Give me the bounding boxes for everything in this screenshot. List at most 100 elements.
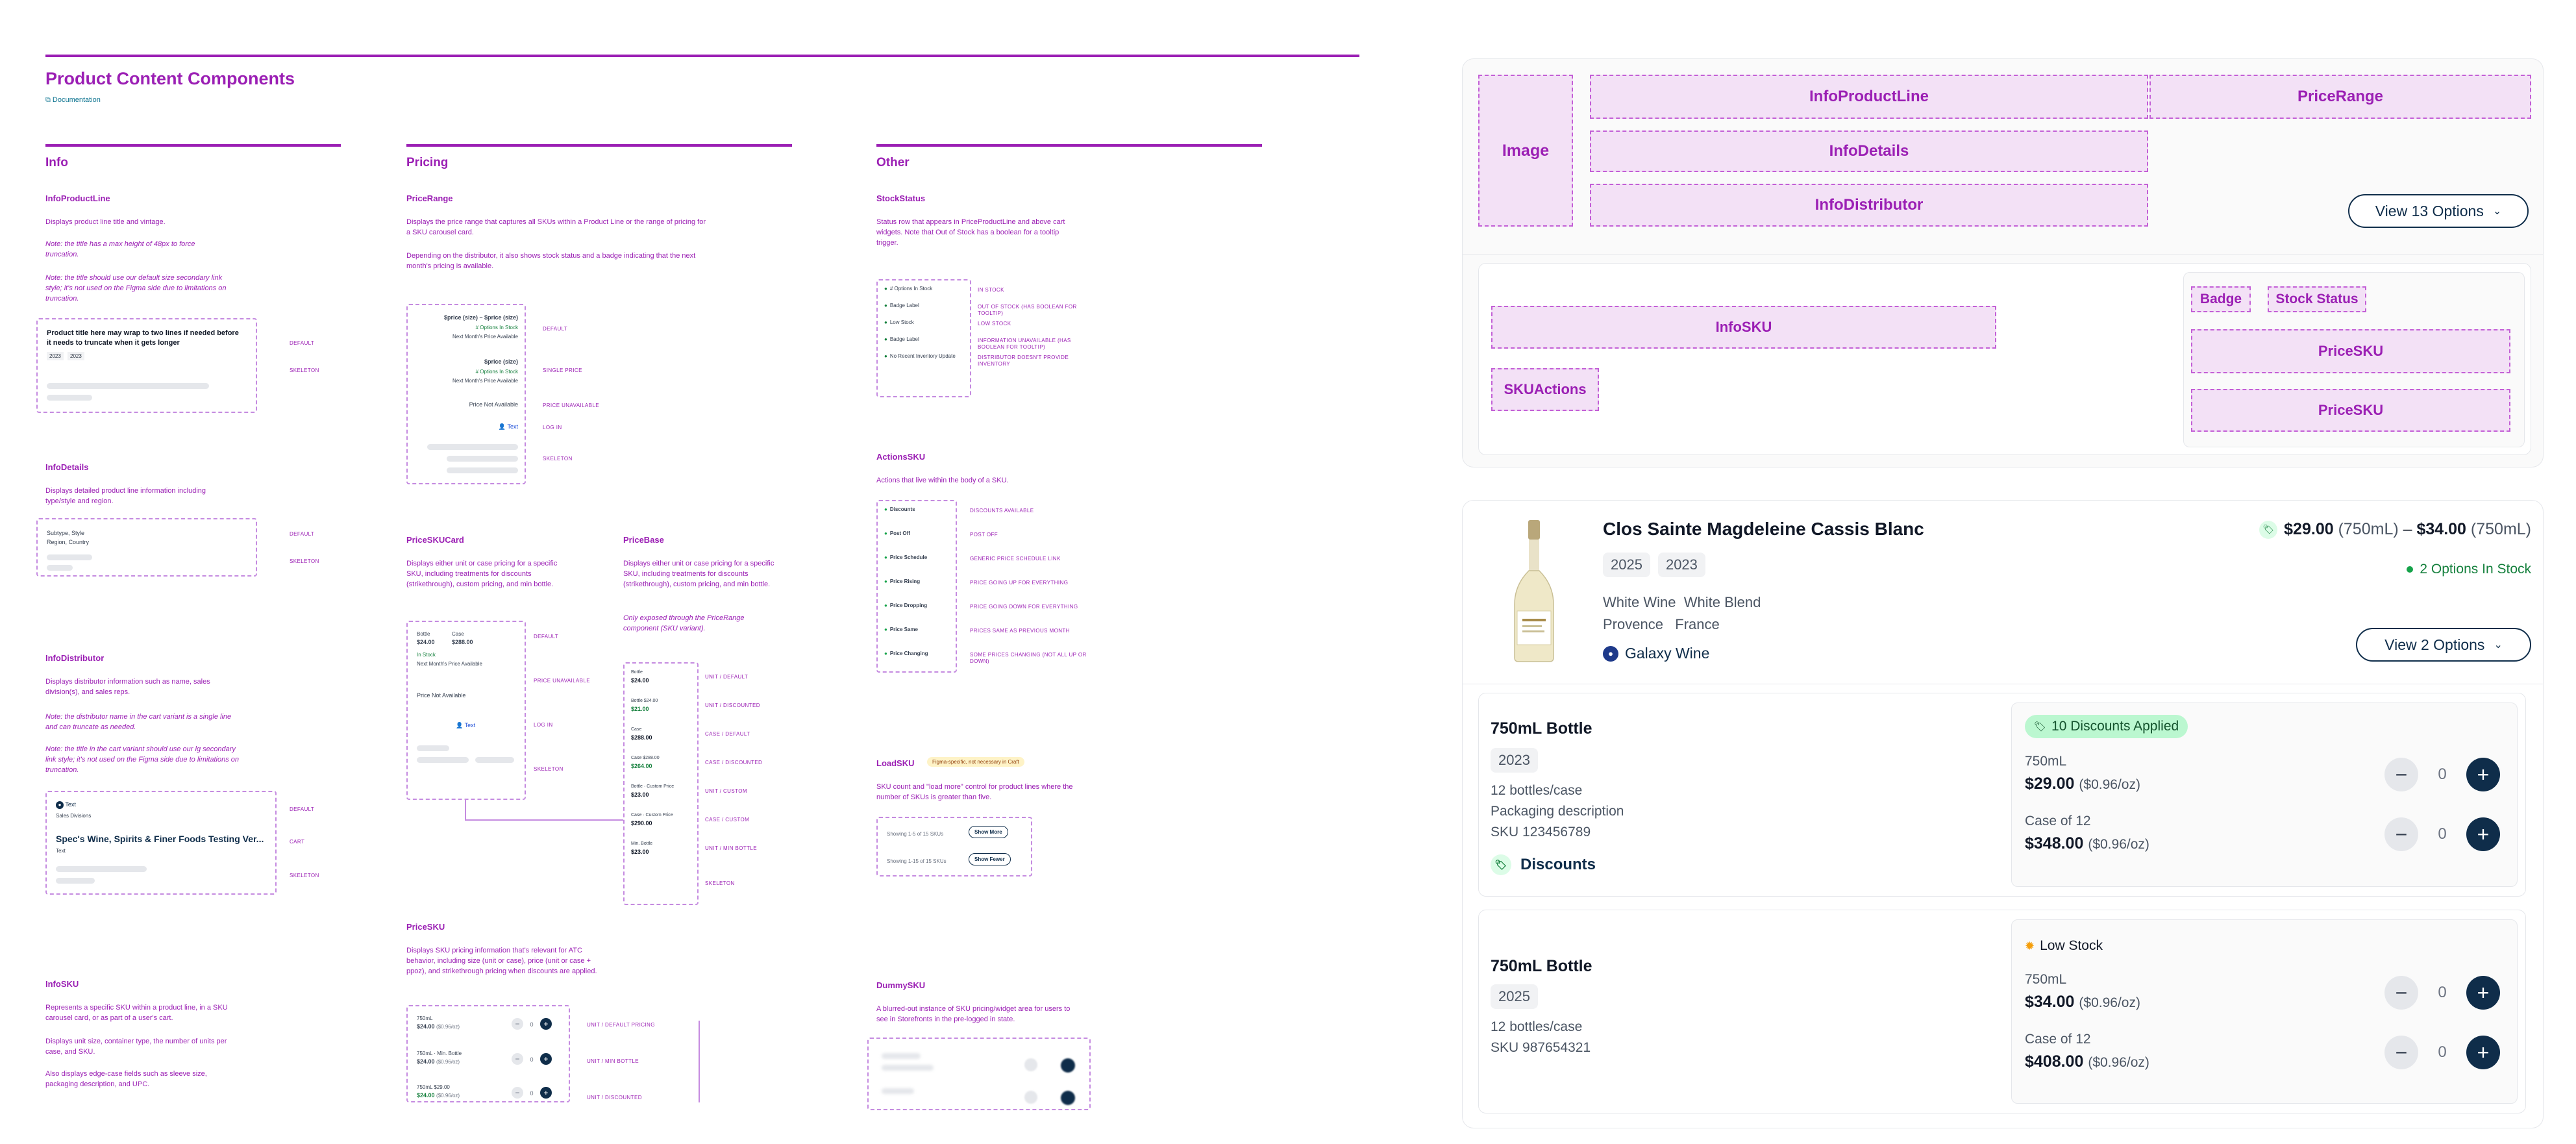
vintage-chip: 2025 <box>1603 553 1650 577</box>
case-price: $408.00 ($0.96/oz) <box>2025 1052 2149 1071</box>
price-sku-card-example: Bottle $24.00 Case $288.00 In Stock Next… <box>406 621 526 800</box>
documentation-link[interactable]: ⧉ Documentation <box>45 95 101 105</box>
card-unavailable: Price Not Available <box>417 692 466 699</box>
qty-value[interactable]: 0 <box>2418 825 2466 843</box>
plus-icon[interactable]: + <box>2466 1036 2500 1069</box>
minus-icon[interactable]: − <box>2384 758 2418 791</box>
minus-icon[interactable]: − <box>2384 976 2418 1010</box>
label-price-unavailable: PRICE UNAVAILABLE <box>534 678 590 684</box>
sku-action-row[interactable]: ● Price Schedule <box>884 554 927 560</box>
sku-case: 12 bottles/case <box>1491 1019 1583 1034</box>
info-details-example: Subtype, Style Region, Country <box>36 518 257 577</box>
minus-icon[interactable]: − <box>2384 817 2418 851</box>
stock-status-row: ● Low Stock <box>884 319 914 325</box>
card-case-label: Case <box>452 631 464 637</box>
sku-size: 750mL · Min. Bottle <box>417 1051 462 1056</box>
skeleton-bar <box>447 456 518 462</box>
vintage-chip: 2023 <box>1657 553 1705 577</box>
stock-status-label: LOW STOCK <box>978 321 1011 327</box>
minus-icon[interactable]: − <box>2384 1036 2418 1069</box>
info-sku-desc-1: Represents a specific SKU within a produ… <box>45 1004 228 1022</box>
skeleton-bar <box>47 395 92 401</box>
view-options-button[interactable]: View 2 Options ⌄ <box>2356 628 2531 662</box>
label-default: DEFAULT <box>534 634 559 640</box>
sku-action-row[interactable]: ● Price Changing <box>884 651 928 656</box>
sku-action-row[interactable]: ● Price Same <box>884 627 918 632</box>
sku-pricing-panel: ✹ Low Stock 750mL $34.00 ($0.96/oz) − 0 +… <box>2011 919 2518 1104</box>
case-qty-stepper[interactable]: − 0 + <box>2384 817 2500 851</box>
price-base-tag: UNIT / CUSTOM <box>705 788 747 794</box>
unit-qty-stepper[interactable]: − 0 + <box>2384 758 2500 791</box>
qty-value[interactable]: 0 <box>2418 984 2466 1002</box>
skeleton-bar <box>427 444 518 450</box>
price-sku-slot-2: PriceSKU <box>2191 389 2510 432</box>
status-dot-icon: ● <box>884 286 887 292</box>
minus-icon[interactable]: − <box>512 1053 523 1065</box>
skeleton-bar <box>56 866 147 872</box>
skeleton-bar <box>882 1053 921 1059</box>
stock-status-label: DISTRIBUTOR DOESN'T PROVIDE INVENTORY <box>978 354 1069 367</box>
page-title: Product Content Components <box>45 69 295 88</box>
product-image[interactable] <box>1508 520 1560 663</box>
view-options-button[interactable]: View 13 Options ⌄ <box>2348 194 2529 228</box>
sku-action-label: GENERIC PRICE SCHEDULE LINK <box>970 556 1061 562</box>
price-base-label: Case · Custom Price <box>631 813 673 817</box>
label-log-in: LOG IN <box>543 425 562 430</box>
discount-badge: 🏷 10 Discounts Applied <box>2025 715 2188 738</box>
price-base-desc-2: Only exposed through the PriceRange comp… <box>623 614 745 632</box>
qty-value[interactable]: 0 <box>2418 765 2466 784</box>
sku-price: $24.00 ($0.96/oz) <box>417 1023 460 1030</box>
product-title[interactable]: Clos Sainte Magdeleine Cassis Blanc <box>1603 519 1924 540</box>
show-fewer-button[interactable]: Show Fewer <box>969 853 1011 865</box>
sku-action-row[interactable]: ● Discounts <box>884 506 915 512</box>
plus-icon[interactable]: + <box>539 1087 552 1099</box>
sku-stepper[interactable]: − 0 + <box>512 1018 552 1030</box>
plus-icon[interactable]: + <box>539 1018 552 1030</box>
sku-number: SKU 123456789 <box>1491 825 1591 839</box>
info-product-line-title: InfoProductLine <box>45 193 110 203</box>
info-distributor-title: InfoDistributor <box>45 653 105 663</box>
sku-action-row[interactable]: ● Post Off <box>884 530 910 536</box>
skeleton-bar <box>882 1065 934 1071</box>
range-login-link[interactable]: 👤 Text <box>499 423 518 430</box>
price-tag-icon: 🏷 <box>2259 520 2278 539</box>
stock-status-row: ● Badge Label <box>884 336 919 342</box>
minus-icon[interactable]: − <box>512 1087 523 1099</box>
plus-icon[interactable]: + <box>539 1053 552 1065</box>
sku-action-row[interactable]: ● Price Rising <box>884 578 920 584</box>
card-next-price: Next Month's Price Available <box>417 661 482 667</box>
stock-status-label: IN STOCK <box>978 287 1004 293</box>
stock-status-slot: Stock Status <box>2268 286 2366 312</box>
plus-icon[interactable]: + <box>2466 758 2500 791</box>
plus-icon[interactable]: + <box>2466 817 2500 851</box>
plus-icon[interactable]: + <box>2466 976 2500 1010</box>
other-rule <box>876 144 1262 147</box>
sku-action-label: PRICES SAME AS PREVIOUS MONTH <box>970 628 1070 634</box>
sku-stepper[interactable]: − 0 + <box>512 1053 552 1065</box>
price-base-tag: UNIT / DISCOUNTED <box>705 703 760 708</box>
price-base-value: $264.00 <box>631 763 652 769</box>
card-login-link[interactable]: 👤 Text <box>456 722 475 729</box>
label-log-in: LOG IN <box>534 722 553 728</box>
info-distributor-desc-2: Note: the distributor name in the cart v… <box>45 713 232 731</box>
info-product-line-example: Product title here may wrap to two lines… <box>36 318 257 413</box>
action-icon: ● <box>884 506 887 512</box>
discounts-action[interactable]: 🏷 Discounts <box>1491 854 1596 875</box>
skeleton-bar <box>882 1088 914 1094</box>
unit-size: 750mL <box>2025 754 2067 769</box>
sku-row: 750mL Bottle 2023 12 bottles/case Packag… <box>1478 693 2526 897</box>
chevron-down-icon: ⌄ <box>2492 206 2502 217</box>
price-range-slot: PriceRange <box>2149 75 2531 119</box>
show-more-button[interactable]: Show More <box>969 826 1008 838</box>
low-stock-status: ✹ Low Stock <box>2025 938 2103 953</box>
minus-icon[interactable]: − <box>512 1018 523 1030</box>
sku-stepper[interactable]: − 0 + <box>512 1087 552 1099</box>
case-size: Case of 12 <box>2025 1032 2091 1047</box>
link-icon: ⧉ <box>45 96 51 104</box>
distributor-link[interactable]: ● Galaxy Wine <box>1603 645 1709 662</box>
sku-vintage-chips: 2023 <box>1491 748 1546 773</box>
sku-action-row[interactable]: ● Price Dropping <box>884 603 927 608</box>
qty-value[interactable]: 0 <box>2418 1043 2466 1062</box>
unit-qty-stepper[interactable]: − 0 + <box>2384 976 2500 1010</box>
case-qty-stepper[interactable]: − 0 + <box>2384 1036 2500 1069</box>
